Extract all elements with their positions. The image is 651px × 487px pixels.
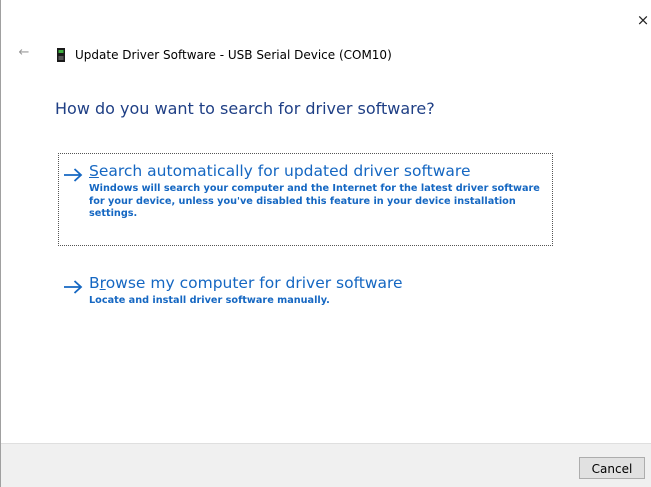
- back-button[interactable]: ←: [15, 44, 33, 62]
- option-title: Browse my computer for driver software: [89, 273, 547, 293]
- search-automatically-option[interactable]: Search automatically for updated driver …: [58, 153, 553, 246]
- window-title: Update Driver Software - USB Serial Devi…: [75, 48, 392, 62]
- dialog-footer: Cancel: [1, 443, 651, 487]
- browse-computer-option[interactable]: Browse my computer for driver software L…: [58, 268, 553, 316]
- option-title-prefix: B: [89, 274, 100, 292]
- option-title: Search automatically for updated driver …: [89, 161, 546, 181]
- option-description: Windows will search your computer and th…: [89, 183, 540, 219]
- option-title-text: earch automatically for updated driver s…: [98, 162, 471, 180]
- window-title-bar: Update Driver Software - USB Serial Devi…: [54, 46, 392, 64]
- option-description: Locate and install driver software manua…: [89, 295, 330, 306]
- close-button[interactable]: ×: [633, 10, 651, 30]
- arrow-right-icon: [64, 168, 83, 182]
- cancel-button[interactable]: Cancel: [579, 457, 645, 479]
- page-title: How do you want to search for driver sof…: [55, 99, 435, 118]
- close-icon: ×: [636, 11, 650, 29]
- option-title-text: owse my computer for driver software: [105, 274, 403, 292]
- update-driver-dialog: × ← Update Driver Software - USB Serial …: [0, 0, 651, 487]
- arrow-right-icon: [64, 280, 83, 294]
- back-arrow-icon: ←: [18, 45, 30, 60]
- access-key: S: [89, 162, 99, 180]
- usb-device-icon: [57, 48, 65, 62]
